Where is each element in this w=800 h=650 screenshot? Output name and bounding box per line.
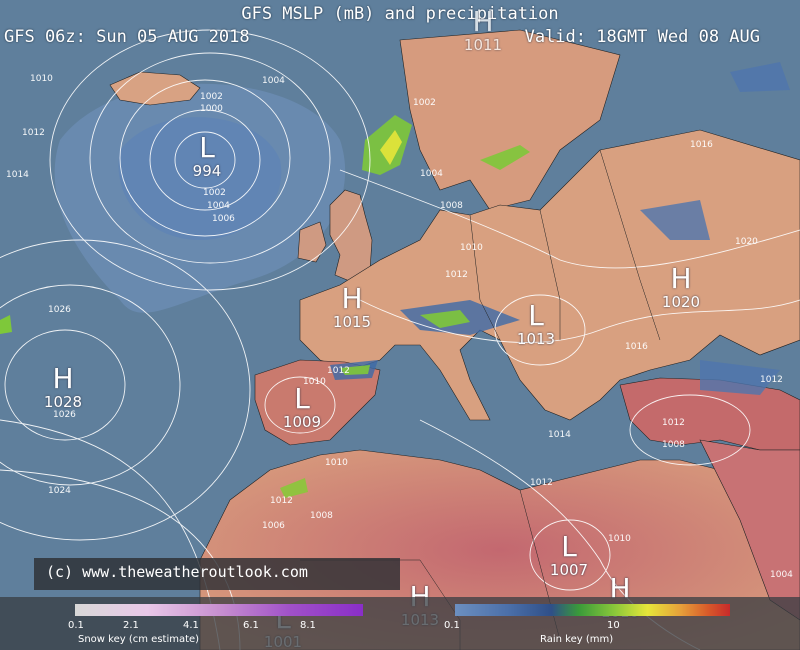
- isobar-label: 1008: [662, 440, 685, 450]
- valid-time-label: Valid: 18GMT Wed 08 AUG: [524, 27, 760, 47]
- low-letter: L: [561, 530, 577, 563]
- isobar-label: 1014: [6, 170, 29, 180]
- pressure-value: 1011: [463, 36, 503, 54]
- rain-key-tick: 10: [607, 620, 620, 631]
- isobar-label: 1006: [262, 521, 285, 531]
- snow-key-tick: 0.1: [68, 620, 84, 631]
- credit-text: (c) www.theweatheroutlook.com: [46, 563, 308, 581]
- model-run-label: GFS 06z: Sun 05 AUG 2018: [4, 27, 250, 47]
- pressure-system-low-iberia: L 1009: [279, 385, 325, 430]
- isobar-label: 1008: [440, 201, 463, 211]
- isobar-label: 1010: [608, 534, 631, 544]
- isobar-label: 1010: [460, 243, 483, 253]
- isobar-label: 1000: [200, 104, 223, 114]
- isobar-label: 1016: [625, 342, 648, 352]
- pressure-system-low-balkans: L 1013: [513, 302, 559, 347]
- isobar-label: 1004: [207, 201, 230, 211]
- isobar-label: 1026: [53, 410, 76, 420]
- isobar-label: 1010: [303, 377, 326, 387]
- isobar-label: 1014: [548, 430, 571, 440]
- snow-key-bar: [75, 604, 363, 616]
- pressure-system-low-sahara: L 1007: [546, 533, 592, 578]
- isobar-label: 1026: [48, 305, 71, 315]
- pressure-value: 994: [192, 162, 222, 180]
- low-letter: L: [294, 382, 310, 415]
- isobar-label: 1010: [30, 74, 53, 84]
- pressure-system-high-top: H 1011: [460, 8, 506, 53]
- isobar-label: 1008: [310, 511, 333, 521]
- pressure-system-high-azores: H 1028: [38, 365, 88, 410]
- isobar-label: 1010: [325, 458, 348, 468]
- high-letter: H: [52, 362, 74, 395]
- pressure-value: 1007: [549, 561, 589, 579]
- isobar-label: 1004: [770, 570, 793, 580]
- isobar-label: 1004: [420, 169, 443, 179]
- map-title: GFS MSLP (mB) and precipitation: [241, 4, 559, 24]
- pressure-value: 1013: [516, 330, 556, 348]
- isobar-label: 1012: [327, 366, 350, 376]
- isobar-label: 1012: [22, 128, 45, 138]
- high-letter: H: [472, 5, 494, 38]
- pressure-value: 1020: [661, 293, 701, 311]
- snow-key-tick: 6.1: [243, 620, 259, 631]
- isobar-label: 1012: [270, 496, 293, 506]
- pressure-system-low-iceland: L 994: [185, 134, 229, 179]
- isobar-label: 1012: [530, 478, 553, 488]
- pressure-system-high-france: H 1015: [329, 285, 375, 330]
- pressure-value: 1015: [332, 313, 372, 331]
- isobar-label: 1012: [760, 375, 783, 385]
- low-letter: L: [199, 131, 215, 164]
- isobar-label: 1004: [262, 76, 285, 86]
- rain-key-label: Rain key (mm): [540, 634, 614, 645]
- high-letter: H: [670, 262, 692, 295]
- isobar-label: 1002: [413, 98, 436, 108]
- isobar-label: 1016: [690, 140, 713, 150]
- isobar-label: 1006: [212, 214, 235, 224]
- pressure-value: 1009: [282, 413, 322, 431]
- isobar-label: 1002: [200, 92, 223, 102]
- weather-map: GFS MSLP (mB) and precipitation GFS 06z:…: [0, 0, 800, 650]
- snow-key-label: Snow key (cm estimate): [78, 634, 200, 645]
- pressure-value: 1028: [43, 393, 83, 411]
- isobar-label: 1024: [48, 486, 71, 496]
- high-letter: H: [341, 282, 363, 315]
- isobar-label: 1002: [203, 188, 226, 198]
- pressure-system-high-blacksea: H 1020: [658, 265, 704, 310]
- isobar-label: 1012: [445, 270, 468, 280]
- isobar-label: 1020: [735, 237, 758, 247]
- isobar-label: 1012: [662, 418, 685, 428]
- snow-key-tick: 2.1: [123, 620, 139, 631]
- map-canvas: [0, 0, 800, 650]
- rain-key-bar: [455, 604, 730, 616]
- rain-key-tick: 0.1: [444, 620, 460, 631]
- snow-key-tick: 4.1: [183, 620, 199, 631]
- snow-key-tick: 8.1: [300, 620, 316, 631]
- low-letter: L: [528, 299, 544, 332]
